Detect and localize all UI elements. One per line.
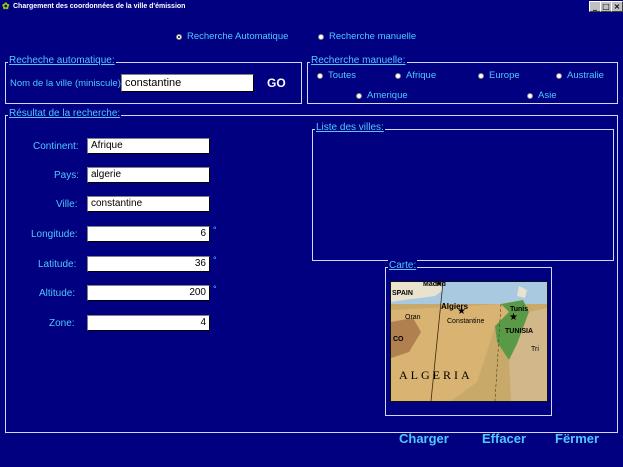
zone-label: Zone: [49, 318, 75, 329]
radio-afrique[interactable]: Afrique [395, 70, 436, 81]
pays-field[interactable]: algerie [87, 167, 210, 183]
radio-toutes[interactable]: Toutes [317, 70, 356, 81]
radio-asie[interactable]: Asie [527, 90, 556, 101]
result-title: Résultat de la recherche: [8, 108, 122, 119]
radio-amerique-label: Amerique [367, 90, 408, 101]
window-title: Chargement des coordonnées de la ville d… [13, 3, 186, 10]
radio-afrique-indicator[interactable] [395, 72, 401, 79]
map-label-spain: SPAIN [392, 290, 413, 297]
map-image: ★ ★ ★ Madrid SPAIN Algiers Tunis Oran Co… [390, 281, 548, 402]
map-drawing: ★ ★ ★ [391, 282, 547, 401]
altitude-label: Altitude: [39, 288, 76, 299]
map-label-co: CO [393, 336, 404, 343]
zone-field[interactable]: 4 [87, 315, 210, 331]
city-name-label: Nom de la ville (miniscule): [10, 78, 124, 89]
ville-field[interactable]: constantine [87, 196, 210, 212]
main-window: ✿ Chargement des coordonnées de la ville… [0, 0, 623, 467]
latitude-label: Latitude: [38, 259, 77, 270]
radio-asie-indicator[interactable] [527, 92, 533, 99]
map-label-algeria: ALGERIA [399, 368, 473, 382]
radio-auto[interactable]: Recherche Automatique [176, 31, 288, 42]
manual-search-title: Recherche manuelle: [310, 55, 407, 66]
map-label-oran: Oran [405, 314, 421, 321]
ville-label: Ville: [56, 199, 78, 210]
radio-europe[interactable]: Europe [478, 70, 520, 81]
radio-amerique[interactable]: Amerique [356, 90, 408, 101]
continent-field[interactable]: Afrique [87, 138, 210, 154]
radio-australie[interactable]: Australie [556, 70, 604, 81]
longitude-field[interactable]: 6 [87, 226, 210, 242]
longitude-unit: ° [213, 225, 217, 235]
title-bar: ✿ Chargement des coordonnées de la ville… [0, 0, 623, 13]
latitude-unit: ° [213, 255, 217, 265]
radio-amerique-indicator[interactable] [356, 92, 362, 99]
map-label-tunis: Tunis [510, 306, 529, 313]
radio-afrique-label: Afrique [406, 70, 437, 81]
manual-search-group: Recherche manuelle: [307, 55, 618, 104]
radio-toutes-indicator[interactable] [317, 72, 323, 79]
fermer-button[interactable]: Fërmer [555, 431, 599, 446]
charger-button[interactable]: Charger [399, 431, 449, 446]
radio-auto-label: Recherche Automatique [187, 31, 289, 42]
radio-manual-indicator[interactable] [318, 33, 324, 40]
map-label-constantine: Constantine [447, 318, 485, 325]
radio-australie-indicator[interactable] [556, 72, 562, 79]
altitude-field[interactable]: 200 [87, 285, 210, 301]
app-icon: ✿ [2, 1, 10, 11]
map-title: Carte: [388, 260, 418, 271]
radio-europe-indicator[interactable] [478, 72, 484, 79]
radio-toutes-label: Toutes [328, 70, 356, 81]
longitude-label: Longitude: [31, 229, 78, 240]
altitude-unit: ° [213, 284, 217, 294]
continent-label: Continent: [33, 141, 79, 152]
svg-text:★: ★ [509, 312, 518, 323]
radio-auto-indicator[interactable] [176, 33, 182, 40]
city-name-input[interactable]: constantine [121, 74, 254, 92]
radio-manual[interactable]: Recherche manuelle [318, 31, 416, 42]
pays-label: Pays: [54, 170, 80, 181]
cities-list-box[interactable]: Liste des villes: [312, 122, 614, 261]
latitude-field[interactable]: 36 [87, 256, 210, 272]
map-label-algiers: Algiers [441, 302, 469, 311]
radio-asie-label: Asie [538, 90, 557, 101]
map-label-madrid: Madrid [423, 281, 446, 288]
close-button[interactable]: × [611, 1, 623, 12]
map-label-tri: Tri [531, 346, 539, 353]
auto-search-title: Recheche automatique: [8, 55, 116, 66]
map-label-tunisia: TUNISIA [505, 328, 533, 335]
radio-manual-label: Recherche manuelle [329, 31, 417, 42]
cities-list-title: Liste des villes: [315, 122, 385, 133]
radio-australie-label: Australie [567, 70, 604, 81]
radio-europe-label: Europe [489, 70, 520, 81]
go-button[interactable]: GO [267, 76, 286, 90]
effacer-button[interactable]: Effacer [482, 431, 526, 446]
